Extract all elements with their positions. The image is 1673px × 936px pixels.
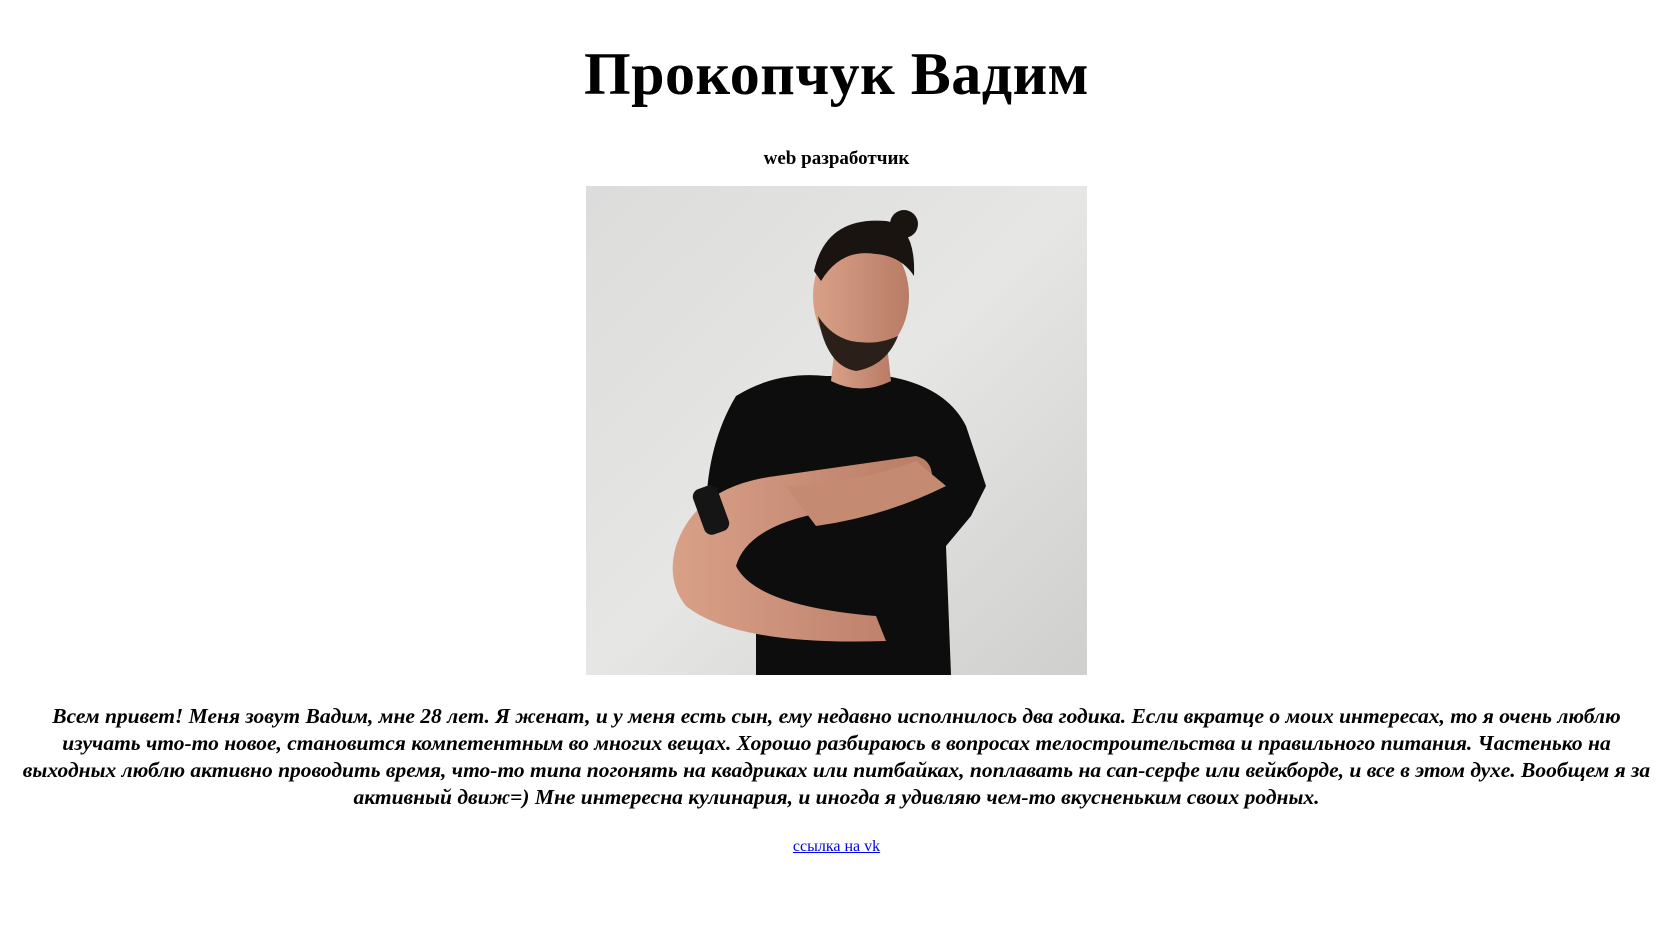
page: Прокопчук Вадим web разработчик Всем при…	[0, 0, 1673, 856]
hair-bun	[890, 210, 918, 238]
profile-photo	[586, 186, 1087, 675]
vk-link[interactable]: ссылка на vk	[793, 838, 880, 856]
about-text: Всем привет! Меня зовут Вадим, мне 28 ле…	[22, 704, 1651, 809]
job-title: web разработчик	[763, 148, 910, 169]
page-title: Прокопчук Вадим	[583, 41, 1090, 107]
portrait-illustration	[586, 186, 1087, 675]
